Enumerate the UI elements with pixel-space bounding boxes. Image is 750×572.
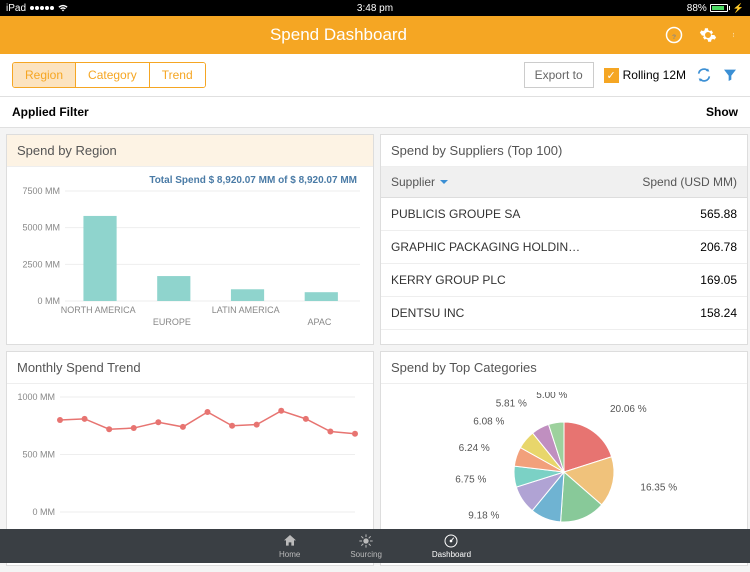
spend-by-suppliers-panel: Spend by Suppliers (Top 100) Supplier Sp…: [380, 134, 748, 345]
svg-text:EUROPE: EUROPE: [153, 317, 191, 327]
svg-text:?: ?: [672, 34, 676, 41]
nav-sourcing[interactable]: Sourcing: [350, 533, 382, 559]
trend-line-chart: 0 MM500 MM1000 MMSep-14Oct-14Nov-14Dec-1…: [15, 392, 365, 552]
svg-text:20.06 %: 20.06 %: [610, 404, 647, 415]
status-bar: iPad 3:48 pm 88% ⚡: [0, 0, 750, 16]
device-label: iPad: [6, 3, 26, 14]
segment-region[interactable]: Region: [13, 63, 76, 87]
svg-text:NORTH AMERICA: NORTH AMERICA: [61, 305, 136, 315]
svg-text:500 MM: 500 MM: [22, 450, 55, 460]
filter-icon[interactable]: [722, 67, 738, 83]
svg-text:0 MM: 0 MM: [38, 296, 61, 306]
supplier-name: KERRY GROUP PLC: [381, 264, 617, 296]
svg-text:9.18 %: 9.18 %: [468, 511, 499, 522]
rolling-12m-toggle[interactable]: ✓ Rolling 12M: [604, 68, 686, 83]
svg-text:5.00 %: 5.00 %: [536, 392, 567, 401]
svg-text:6.08 %: 6.08 %: [473, 417, 504, 428]
svg-text:0 MM: 0 MM: [33, 507, 56, 517]
svg-text:2500 MM: 2500 MM: [22, 259, 60, 269]
clock: 3:48 pm: [252, 3, 498, 14]
segment-category[interactable]: Category: [76, 63, 150, 87]
svg-text:6.75 %: 6.75 %: [455, 474, 486, 485]
total-spend-label: Total Spend $ 8,920.07 MM of $ 8,920.07 …: [15, 175, 365, 186]
refresh-icon[interactable]: [696, 67, 712, 83]
svg-text:6.24 %: 6.24 %: [459, 443, 490, 454]
panel-title: Spend by Region: [7, 135, 373, 167]
categories-pie-chart: 20.06 %16.35 %14.68 %9.86 %9.18 %6.75 %6…: [389, 392, 739, 552]
table-row[interactable]: KERRY GROUP PLC169.05: [381, 264, 747, 297]
table-row[interactable]: DENTSU INC158.24: [381, 297, 747, 330]
app-header: Spend Dashboard ?: [0, 16, 750, 54]
applied-filter-bar: Applied Filter Show: [0, 97, 750, 128]
supplier-value: 206.78: [617, 231, 747, 263]
applied-filter-label: Applied Filter: [12, 105, 89, 119]
supplier-value: 169.05: [617, 264, 747, 296]
dashboard-icon: [443, 533, 459, 549]
help-icon[interactable]: ?: [665, 26, 683, 44]
svg-text:1000 MM: 1000 MM: [17, 392, 55, 402]
wifi-icon: [58, 4, 68, 12]
charging-icon: ⚡: [733, 3, 744, 14]
page-title: Spend Dashboard: [12, 25, 665, 45]
home-icon: [282, 533, 298, 549]
sort-dropdown-icon: [439, 177, 449, 187]
gear-icon[interactable]: [699, 26, 717, 44]
supplier-column-header[interactable]: Supplier: [381, 167, 617, 197]
bottom-nav: Home Sourcing Dashboard: [0, 529, 750, 563]
supplier-name: GRAPHIC PACKAGING HOLDIN…: [381, 231, 617, 263]
spend-column-header[interactable]: Spend (USD MM): [617, 167, 747, 197]
supplier-table-header: Supplier Spend (USD MM): [381, 167, 747, 198]
svg-text:5.81 %: 5.81 %: [496, 398, 527, 409]
more-icon[interactable]: [733, 26, 738, 44]
panel-title: Spend by Top Categories: [381, 352, 747, 384]
svg-text:APAC: APAC: [308, 317, 332, 327]
export-button[interactable]: Export to: [524, 62, 594, 88]
svg-text:16.35 %: 16.35 %: [640, 483, 677, 494]
panel-title: Monthly Spend Trend: [7, 352, 373, 384]
show-filters-link[interactable]: Show: [706, 105, 738, 119]
rolling-label: Rolling 12M: [623, 68, 686, 82]
svg-text:7500 MM: 7500 MM: [22, 186, 60, 196]
view-segmented-control: Region Category Trend: [12, 62, 206, 88]
battery-percent: 88%: [687, 3, 707, 14]
toolbar: Region Category Trend Export to ✓ Rollin…: [0, 54, 750, 97]
table-row[interactable]: PUBLICIS GROUPE SA565.88: [381, 198, 747, 231]
table-row[interactable]: GRAPHIC PACKAGING HOLDIN…206.78: [381, 231, 747, 264]
supplier-value: 158.24: [617, 297, 747, 329]
svg-text:5000 MM: 5000 MM: [22, 223, 60, 233]
signal-icon: [30, 6, 54, 10]
segment-trend[interactable]: Trend: [150, 63, 205, 87]
svg-text:LATIN AMERICA: LATIN AMERICA: [212, 305, 280, 315]
supplier-value: 565.88: [617, 198, 747, 230]
battery-icon: [710, 4, 730, 12]
checkbox-icon: ✓: [604, 68, 619, 83]
supplier-name: DENTSU INC: [381, 297, 617, 329]
nav-dashboard[interactable]: Dashboard: [432, 533, 471, 559]
region-bar-chart: 0 MM 2500 MM 5000 MM 7500 MM NORTH AMERICA EU…: [15, 186, 365, 331]
nav-home[interactable]: Home: [279, 533, 300, 559]
panel-title: Spend by Suppliers (Top 100): [381, 135, 747, 167]
sourcing-icon: [358, 533, 374, 549]
supplier-name: PUBLICIS GROUPE SA: [381, 198, 617, 230]
spend-by-region-panel: Spend by Region Total Spend $ 8,920.07 M…: [6, 134, 374, 345]
